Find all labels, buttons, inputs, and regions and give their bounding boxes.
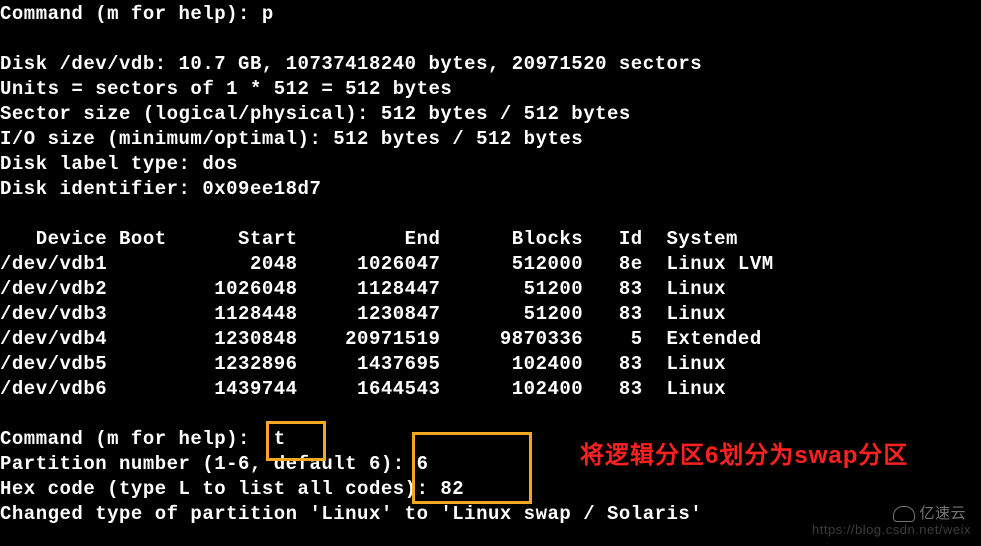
disk-identifier: Disk identifier: 0x09ee18d7 xyxy=(0,178,321,200)
disk-info: Disk /dev/vdb: 10.7 GB, 10737418240 byte… xyxy=(0,53,702,75)
partition-row: /dev/vdb6 1439744 1644543 102400 83 Linu… xyxy=(0,378,726,400)
partition-row: /dev/vdb5 1232896 1437695 102400 83 Linu… xyxy=(0,353,726,375)
changed-type-result: Changed type of partition 'Linux' to 'Li… xyxy=(0,503,702,525)
disk-units: Units = sectors of 1 * 512 = 512 bytes xyxy=(0,78,452,100)
partition-table-header: Device Boot Start End Blocks Id System xyxy=(0,228,738,250)
highlight-box-command-t xyxy=(266,421,326,461)
annotation-text: 将逻辑分区6划分为swap分区 xyxy=(580,440,980,472)
partition-row: /dev/vdb2 1026048 1128447 51200 83 Linux xyxy=(0,278,726,300)
partition-row: /dev/vdb4 1230848 20971519 9870336 5 Ext… xyxy=(0,328,762,350)
partition-row: /dev/vdb1 2048 1026047 512000 8e Linux L… xyxy=(0,253,774,275)
disk-io-size: I/O size (minimum/optimal): 512 bytes / … xyxy=(0,128,583,150)
command-prompt-t[interactable]: Command (m for help): t xyxy=(0,428,286,450)
url-watermark: https://blog.csdn.net/weix xyxy=(812,517,971,542)
partition-number-prompt[interactable]: Partition number (1-6, default 6): 6 xyxy=(0,453,428,475)
hex-code-prompt[interactable]: Hex code (type L to list all codes): 82 xyxy=(0,478,464,500)
partition-row: /dev/vdb3 1128448 1230847 51200 83 Linux xyxy=(0,303,726,325)
disk-sector-size: Sector size (logical/physical): 512 byte… xyxy=(0,103,631,125)
highlight-box-inputs xyxy=(412,432,532,504)
disk-label-type: Disk label type: dos xyxy=(0,153,238,175)
command-prompt-p: Command (m for help): p xyxy=(0,3,274,25)
